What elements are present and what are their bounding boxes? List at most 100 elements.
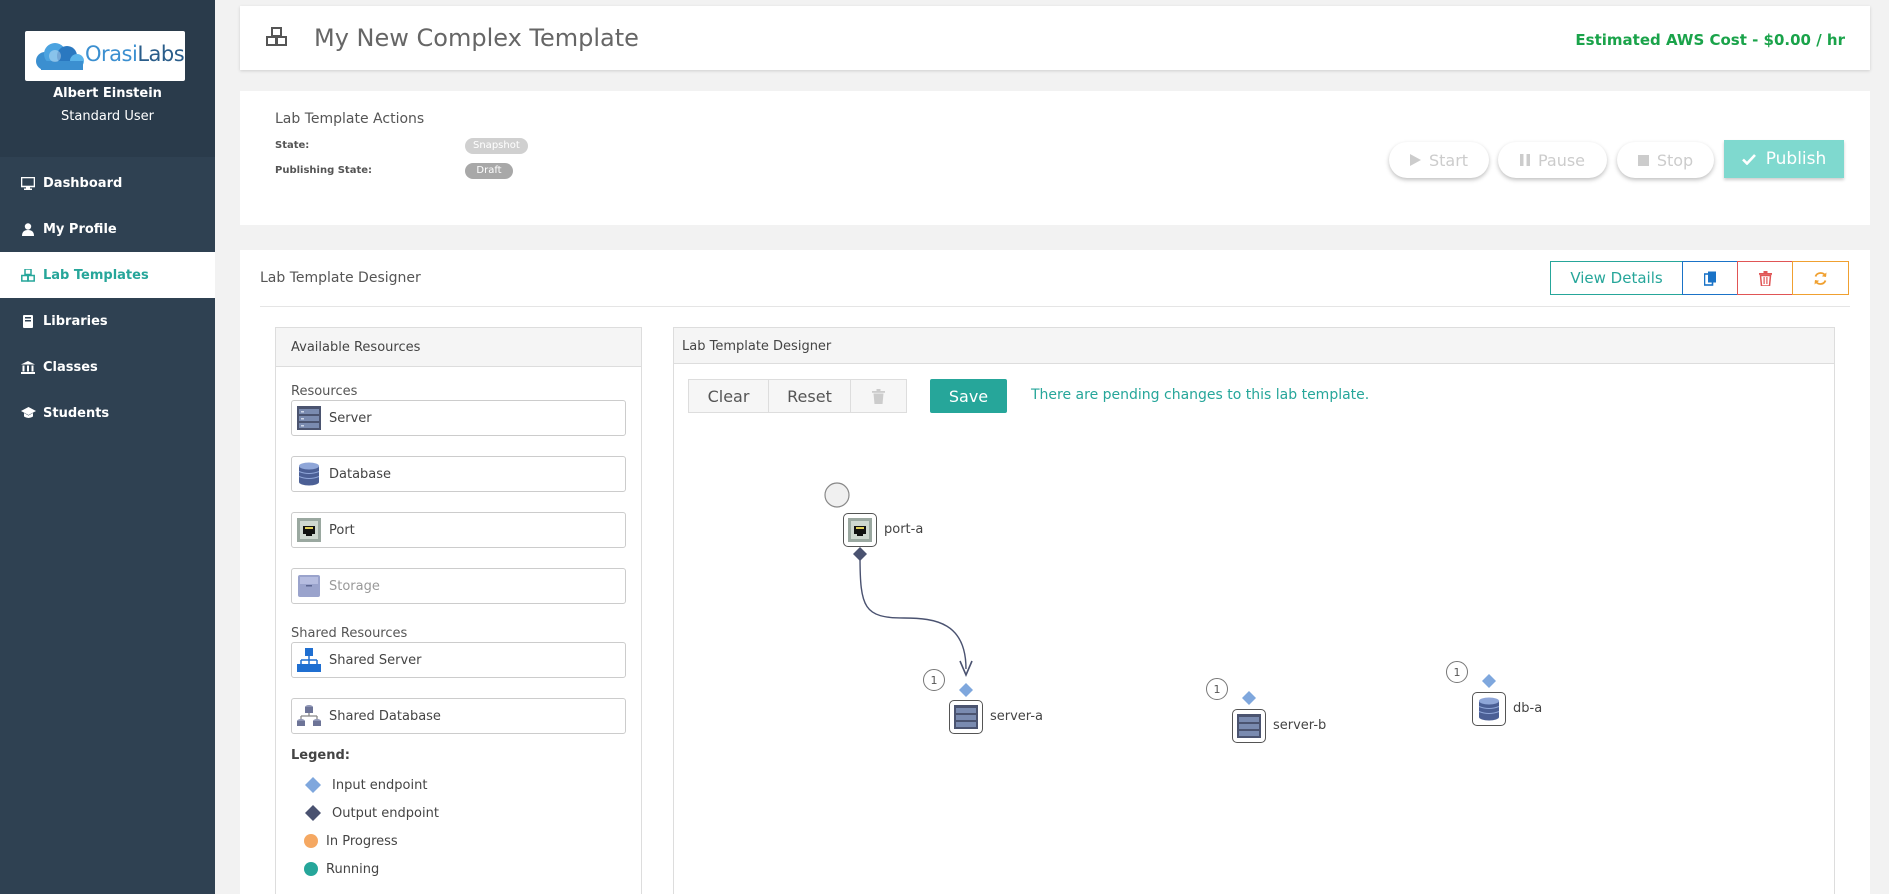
sidebar-item-dashboard[interactable]: Dashboard [0,160,215,206]
node-label: server-a [990,709,1043,724]
logo-text: OrasiLabs [85,42,185,66]
pause-label: Pause [1537,150,1586,170]
pause-button[interactable]: Pause [1498,142,1607,178]
database-icon [1478,697,1500,721]
refresh-icon [1814,271,1827,285]
resource-database[interactable]: Database [291,456,626,492]
stop-icon [1637,154,1649,166]
sidebar-item-label: Dashboard [43,175,123,191]
delete-template-button[interactable] [1737,261,1793,295]
sidebar-item-my-profile[interactable]: My Profile [0,206,215,252]
estimated-cost: Estimated AWS Cost - $0.00 / hr [1575,31,1845,49]
legend-title: Legend: [291,748,350,763]
publish-button[interactable]: Publish [1724,140,1844,178]
server-b-node[interactable] [1232,709,1266,743]
sidebar-item-classes[interactable]: Classes [0,344,215,390]
orasilabs-logo[interactable]: OrasiLabs [25,31,185,81]
graph-canvas[interactable] [674,328,1834,888]
lab-template-actions-panel: Lab Template Actions State: Snapshot Pub… [240,91,1870,225]
trash-icon [1758,270,1772,286]
copy-button[interactable] [1682,261,1738,295]
lab-template-designer-section: Lab Template Designer View Details Avail… [240,250,1870,894]
input-endpoint-icon [1242,691,1256,705]
cloud-logo-icon [36,43,84,70]
input-endpoint-icon [304,776,322,794]
port-a-node[interactable] [843,513,877,547]
input-endpoint-icon [1482,674,1496,688]
actions-title: Lab Template Actions [275,111,425,127]
resources-heading: Resources [291,384,358,399]
resource-shared-database[interactable]: Shared Database [291,698,626,734]
legend-output-endpoint: Output endpoint [304,804,439,822]
pause-icon [1519,154,1530,166]
instance-count-badge: 1 [923,669,945,691]
resource-label: Server [329,410,372,426]
designer-title: Lab Template Designer [260,270,421,286]
ethernet-port-icon [296,517,322,543]
instance-count-badge: 1 [1446,661,1468,683]
resource-label: Database [329,466,392,482]
resource-label: Shared Server [329,652,422,668]
legend-running: Running [304,860,379,878]
ethernet-port-icon [848,518,872,542]
book-icon [20,313,36,329]
server-icon [1237,714,1261,738]
legend-label: Running [326,861,380,877]
sidebar-item-students[interactable]: Students [0,390,215,436]
designer-toolbar: View Details [1550,261,1849,295]
output-endpoint-icon [304,804,322,822]
resource-port[interactable]: Port [291,512,626,548]
designer-divider [260,306,1850,307]
sidebar-item-label: Lab Templates [43,267,149,283]
stop-label: Stop [1656,150,1694,170]
shared-server-icon [296,647,322,673]
publishing-state-badge: Draft [465,163,513,179]
check-icon [1741,153,1756,165]
copy-icon [1703,271,1716,286]
legend-label: Output endpoint [332,805,439,821]
legend-label: In Progress [326,833,398,849]
page-title: My New Complex Template [314,24,639,52]
legend-input-endpoint: Input endpoint [304,776,427,794]
start-button[interactable]: Start [1389,142,1489,178]
play-icon [1409,154,1421,166]
graduation-cap-icon [20,405,36,421]
refresh-button[interactable] [1792,261,1849,295]
database-icon [296,461,322,487]
shared-resources-heading: Shared Resources [291,626,408,641]
resource-storage[interactable]: Storage [291,568,626,604]
profile-area: OrasiLabs Albert Einstein Standard User [0,0,215,157]
stop-button[interactable]: Stop [1617,142,1714,178]
available-resources-title: Available Resources [276,328,641,367]
port-a-status-circle [824,482,850,508]
sidebar-nav: Dashboard My Profile Lab Templates Libra… [0,160,215,436]
connection-line [859,555,967,670]
state-label: State: [275,140,310,151]
publish-label: Publish [1765,149,1827,169]
node-label: server-b [1273,718,1327,733]
cubes-icon [20,267,36,283]
legend-label: Input endpoint [332,777,428,793]
view-details-button[interactable]: View Details [1550,261,1683,295]
designer-canvas-panel: Lab Template Designer Clear Reset Save T… [673,327,1835,894]
node-label: port-a [884,522,924,537]
output-endpoint-icon [853,547,867,561]
shared-database-icon [296,703,322,729]
resource-server[interactable]: Server [291,400,626,436]
legend-in-progress: In Progress [304,832,398,850]
server-a-node[interactable] [949,700,983,734]
resource-label: Storage [329,578,380,594]
sidebar-item-libraries[interactable]: Libraries [0,298,215,344]
resource-shared-server[interactable]: Shared Server [291,642,626,678]
storage-icon [296,573,322,599]
instance-count-badge: 1 [1206,678,1228,700]
resource-label: Port [329,522,355,538]
sidebar-item-label: Students [43,405,110,421]
db-a-node[interactable] [1472,692,1506,726]
sidebar-item-lab-templates[interactable]: Lab Templates [0,252,215,298]
sidebar-item-label: My Profile [43,221,117,237]
institution-icon [20,359,36,375]
sidebar-item-label: Libraries [43,313,108,329]
monitor-icon [20,175,36,191]
page-header: My New Complex Template Estimated AWS Co… [240,6,1870,70]
